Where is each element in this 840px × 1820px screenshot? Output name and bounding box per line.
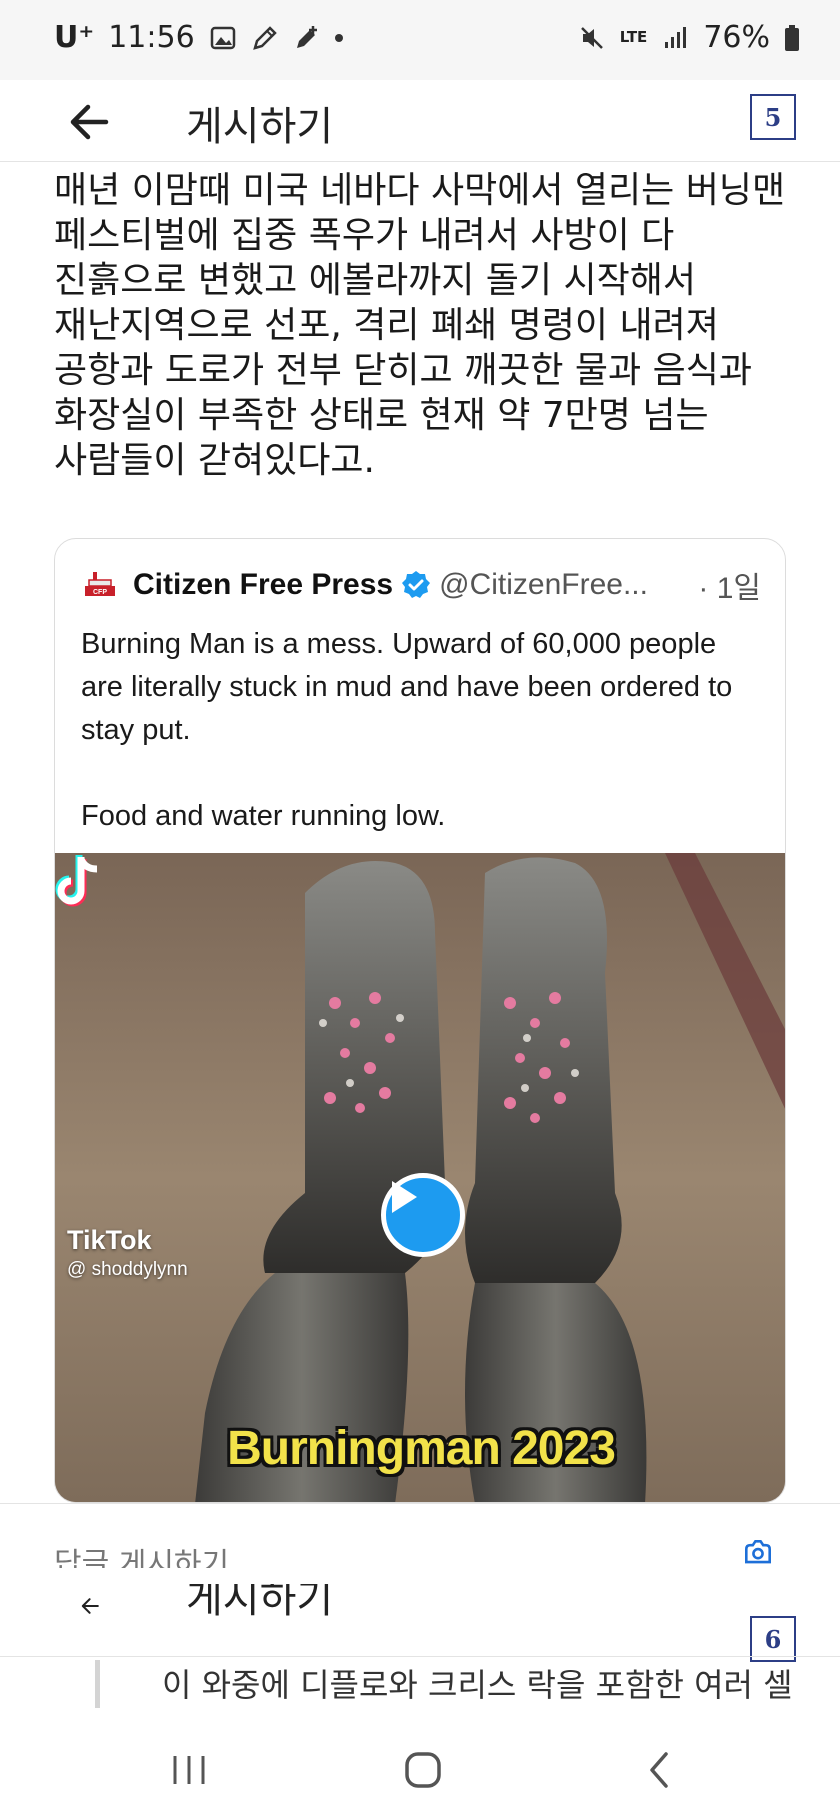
carrier-label: U⁺	[54, 20, 95, 55]
home-icon	[405, 1752, 441, 1788]
battery-icon	[785, 24, 799, 51]
clock: 11:56	[108, 20, 195, 55]
play-button[interactable]	[381, 1173, 465, 1257]
pen-add-icon	[296, 25, 317, 48]
video-caption: Burningman 2023	[227, 1422, 616, 1475]
tweet-date: · 1일	[698, 572, 761, 605]
tweet-header: CFP Citizen Free Press @CitizenFree... ·…	[81, 563, 761, 607]
post-body-text: 매년 이맘때 미국 네바다 사막에서 열리는 버닝맨 페스티벌에 집중 폭우가 …	[54, 170, 786, 481]
reply-post-label: 답글 게시하기	[54, 1547, 230, 1568]
recent-apps-icon	[173, 1756, 205, 1784]
tweet-video-thumbnail[interactable]: TikTok @ shoddylynn Burningman 2023	[55, 853, 785, 1502]
status-bar: U⁺ 11:56 LTE 76%	[0, 0, 840, 80]
tweet-author-name[interactable]: Citizen Free Press	[133, 568, 393, 602]
second-screenshot-header: 답글 게시하기 게시하기 6	[0, 1503, 840, 1663]
back-chevron-icon	[650, 1752, 668, 1788]
pen-edit-icon	[252, 25, 277, 50]
back-button[interactable]	[634, 1748, 684, 1792]
status-left: U⁺ 11:56	[54, 20, 343, 55]
quote-bar	[95, 1660, 100, 1708]
page-number-badge: 5	[750, 94, 796, 140]
svg-text:CFP: CFP	[93, 589, 107, 596]
back-arrow-icon[interactable]	[66, 100, 116, 144]
verified-badge-icon	[402, 571, 431, 598]
publisher-logo-icon: CFP	[81, 566, 119, 604]
camera-icon[interactable]	[736, 1540, 780, 1566]
play-icon	[392, 1181, 417, 1213]
network-type: LTE	[619, 28, 648, 46]
tiktok-watermark-user: @ shoddylynn	[67, 1259, 188, 1280]
notification-dot	[334, 33, 343, 42]
tweet-paragraph: Food and water running low.	[81, 800, 446, 832]
battery-level: 76%	[703, 20, 770, 55]
recent-apps-button[interactable]	[164, 1748, 214, 1792]
tweet-text: Burning Man is a mess. Upward of 60,000 …	[81, 623, 761, 838]
signal-icon	[665, 26, 687, 48]
system-nav-bar	[0, 1720, 840, 1820]
tiktok-watermark-name: TikTok	[67, 1225, 152, 1255]
tiktok-logo-icon	[55, 855, 98, 907]
status-right: LTE 76%	[578, 20, 800, 55]
embedded-tweet-card[interactable]: CFP Citizen Free Press @CitizenFree... ·…	[54, 538, 786, 1503]
app-header: 게시하기 5	[0, 80, 840, 162]
gallery-icon	[210, 26, 235, 49]
mute-icon	[580, 26, 603, 49]
divider	[0, 1656, 840, 1657]
second-page-title: 게시하기	[186, 1584, 334, 1616]
second-post-body: 이 와중에 디플로와 크리스 락을 포함한 여러 셀	[162, 1666, 793, 1704]
tweet-handle[interactable]: @CitizenFree...	[439, 568, 648, 602]
tweet-paragraph: Burning Man is a mess. Upward of 60,000 …	[81, 628, 733, 746]
home-button[interactable]	[398, 1748, 448, 1792]
page-title: 게시하기	[186, 104, 334, 150]
back-arrow-icon[interactable]	[66, 1596, 116, 1616]
